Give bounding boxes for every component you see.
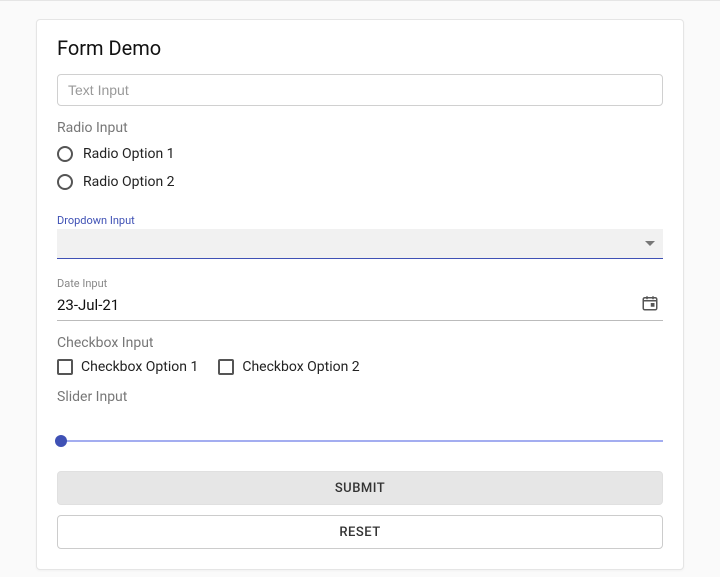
form-card: Form Demo Radio Input Radio Option 1 Rad…: [36, 19, 684, 570]
radio-group-label: Radio Input: [57, 120, 663, 136]
slider-track: [57, 440, 663, 442]
checkbox-icon: [57, 359, 73, 375]
checkbox-row: Checkbox Option 1 Checkbox Option 2: [57, 359, 663, 375]
checkbox-option-1[interactable]: Checkbox Option 1: [57, 359, 198, 375]
submit-button[interactable]: Submit: [57, 471, 663, 505]
date-value: 23-Jul-21: [57, 296, 119, 314]
slider-thumb[interactable]: [55, 435, 67, 447]
radio-option-1[interactable]: Radio Option 1: [57, 140, 663, 168]
slider-input[interactable]: [57, 429, 663, 453]
text-input[interactable]: [57, 74, 663, 106]
slider-label: Slider Input: [57, 389, 663, 405]
radio-option-label: Radio Option 2: [83, 174, 175, 190]
radio-option-label: Radio Option 1: [83, 146, 175, 162]
checkbox-option-label: Checkbox Option 2: [242, 359, 359, 375]
radio-icon: [57, 146, 73, 162]
radio-icon: [57, 174, 73, 190]
date-input[interactable]: 23-Jul-21: [57, 292, 663, 321]
dropdown-label: Dropdown Input: [57, 214, 663, 227]
checkbox-group-label: Checkbox Input: [57, 335, 663, 351]
radio-option-2[interactable]: Radio Option 2: [57, 168, 663, 196]
page-title: Form Demo: [57, 36, 663, 60]
chevron-down-icon: [645, 241, 655, 247]
checkbox-option-label: Checkbox Option 1: [81, 359, 198, 375]
dropdown-input[interactable]: [57, 229, 663, 259]
checkbox-icon: [218, 359, 234, 375]
checkbox-option-2[interactable]: Checkbox Option 2: [218, 359, 359, 375]
calendar-icon: [641, 294, 663, 316]
date-label: Date Input: [57, 277, 663, 290]
reset-button[interactable]: Reset: [57, 515, 663, 549]
